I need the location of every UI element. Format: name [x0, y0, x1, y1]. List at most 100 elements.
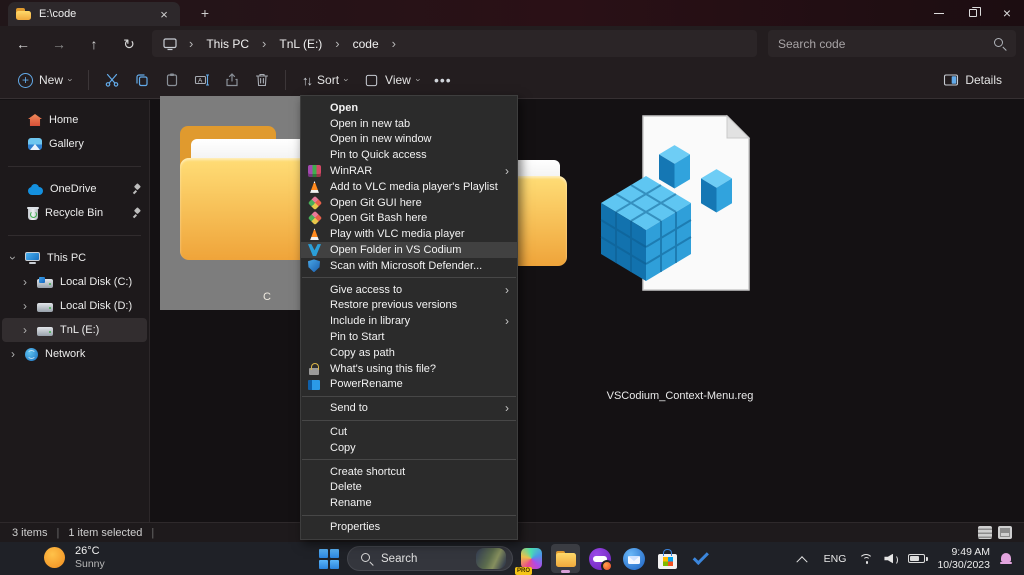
menu-item-open-in-new-window[interactable]: Open in new window — [301, 132, 517, 148]
details-view-toggle-icon[interactable] — [978, 526, 992, 539]
paste-button[interactable] — [157, 66, 187, 94]
breadcrumb[interactable]: › This PC › TnL (E:) › code › — [152, 30, 757, 57]
sidebar-item-recycle-bin[interactable]: Recycle Bin — [2, 201, 147, 225]
start-button[interactable] — [318, 548, 340, 570]
menu-item-properties[interactable]: Properties — [301, 519, 517, 535]
search-input[interactable] — [778, 36, 993, 51]
menu-separator — [302, 277, 516, 279]
more-options-button[interactable]: ••• — [428, 66, 458, 94]
cut-icon — [105, 73, 119, 87]
chevron-right-icon[interactable]: › — [20, 300, 30, 312]
sidebar-item-local-disk-d[interactable]: › Local Disk (D:) — [2, 294, 147, 318]
sort-button[interactable]: ↑↓ Sort › — [294, 66, 356, 94]
sidebar-item-local-disk-c[interactable]: › Local Disk (C:) — [2, 270, 147, 294]
volume-icon[interactable] — [884, 553, 899, 565]
menu-item-include-in-library[interactable]: Include in library › — [301, 313, 517, 329]
menu-item-restore-previous-versions[interactable]: Restore previous versions — [301, 298, 517, 314]
menu-item-pin-to-start[interactable]: Pin to Start — [301, 329, 517, 345]
menu-item-open[interactable]: Open — [301, 100, 517, 116]
menu-item-create-shortcut[interactable]: Create shortcut — [301, 464, 517, 480]
menu-item-give-access-to[interactable]: Give access to › — [301, 282, 517, 298]
menu-item-pin-to-quick-access[interactable]: Pin to Quick access — [301, 147, 517, 163]
menu-item-label: What's using this file? — [330, 362, 437, 375]
sidebar-item-home[interactable]: Home — [2, 108, 147, 132]
menu-item-open-in-new-tab[interactable]: Open in new tab — [301, 116, 517, 132]
menu-item-rename[interactable]: Rename — [301, 495, 517, 511]
chevron-right-icon[interactable]: › — [8, 348, 18, 360]
details-pane-button[interactable]: Details — [935, 66, 1010, 94]
new-button[interactable]: + New › — [10, 66, 80, 94]
sidebar-item-gallery[interactable]: Gallery — [2, 132, 147, 156]
breadcrumb-item-tnl-e[interactable]: TnL (E:) — [277, 37, 324, 51]
wifi-icon[interactable] — [859, 553, 874, 565]
menu-item-play-with-vlc-media-player[interactable]: Play with VLC media player — [301, 226, 517, 242]
explorer-tab[interactable]: E:\code × — [8, 2, 180, 26]
menu-item-what-s-using-this-file[interactable]: What's using this file? — [301, 361, 517, 377]
menu-item-open-git-gui-here[interactable]: Open Git GUI here — [301, 195, 517, 211]
menu-item-powerrename[interactable]: PowerRename — [301, 377, 517, 393]
sidebar-item-onedrive[interactable]: OneDrive — [2, 177, 147, 201]
taskbar-app-goggles-app-icon[interactable] — [585, 544, 614, 573]
notification-bell-icon[interactable] — [1000, 552, 1012, 565]
navigation-bar: ← → ↑ ↻ › This PC › TnL (E:) › code › — [0, 26, 1024, 62]
chevron-down-icon[interactable]: › — [6, 253, 20, 263]
menu-item-delete[interactable]: Delete — [301, 480, 517, 496]
menu-item-label: Delete — [330, 481, 362, 494]
sidebar-item-label: This PC — [47, 252, 87, 264]
goggles-app-icon — [588, 547, 613, 572]
menu-item-send-to[interactable]: Send to › — [301, 400, 517, 416]
taskbar-app-file-explorer-icon[interactable] — [551, 544, 580, 573]
chevron-right-icon[interactable]: › — [20, 276, 30, 288]
sidebar-separator — [8, 166, 141, 167]
breadcrumb-item-this-pc[interactable]: This PC — [204, 37, 251, 51]
cut-button[interactable] — [97, 66, 127, 94]
taskbar-app-microsoft-store-icon[interactable] — [653, 544, 682, 573]
menu-item-label: Copy as path — [330, 346, 395, 359]
vlc-icon — [310, 228, 319, 241]
restore-button[interactable] — [956, 0, 990, 26]
share-button[interactable] — [217, 66, 247, 94]
refresh-button[interactable]: ↻ — [116, 31, 142, 57]
menu-item-label: Give access to — [330, 283, 403, 296]
menu-item-winrar[interactable]: WinRAR › — [301, 163, 517, 179]
tab-close-icon[interactable]: × — [156, 7, 172, 22]
delete-button[interactable] — [247, 66, 277, 94]
taskbar-search[interactable]: Search — [347, 546, 513, 571]
copy-button[interactable] — [127, 66, 157, 94]
view-button[interactable]: View › — [356, 66, 428, 94]
weather-widget[interactable]: 26°C Sunny — [44, 545, 105, 570]
rename-button[interactable]: A — [187, 66, 217, 94]
sidebar-item-tnl-e[interactable]: › TnL (E:) — [2, 318, 147, 342]
new-tab-button[interactable]: + — [196, 4, 214, 22]
chevron-right-icon[interactable]: › — [20, 324, 30, 336]
menu-item-copy[interactable]: Copy — [301, 440, 517, 456]
search-box[interactable] — [768, 30, 1016, 57]
clock[interactable]: 9:49 AM 10/30/2023 — [937, 546, 990, 572]
close-button[interactable]: × — [990, 0, 1024, 26]
menu-item-copy-as-path[interactable]: Copy as path — [301, 345, 517, 361]
taskbar-app-creative-app-pro-icon[interactable]: PRO — [515, 544, 546, 575]
large-icons-view-toggle-icon[interactable] — [998, 526, 1012, 539]
menu-item-cut[interactable]: Cut — [301, 424, 517, 440]
minimize-button[interactable] — [922, 0, 956, 26]
sidebar-item-network[interactable]: › Network — [2, 342, 147, 366]
up-button[interactable]: ↑ — [81, 31, 107, 57]
clock-time: 9:49 AM — [951, 545, 990, 558]
taskbar-app-thunderbird-icon[interactable] — [619, 544, 648, 573]
battery-icon[interactable] — [908, 554, 928, 563]
menu-item-scan-with-microsoft-defender[interactable]: Scan with Microsoft Defender... — [301, 258, 517, 274]
menu-item-add-to-vlc-media-player-s-playlist[interactable]: Add to VLC media player's Playlist — [301, 179, 517, 195]
back-button[interactable]: ← — [10, 31, 36, 57]
chevron-up-icon[interactable] — [796, 555, 808, 567]
menu-item-open-folder-in-vs-codium[interactable]: Open Folder in VS Codium — [301, 242, 517, 258]
menu-item-open-git-bash-here[interactable]: Open Git Bash here — [301, 211, 517, 227]
registry-file-name: VSCodium_Context-Menu.reg — [606, 390, 754, 402]
language-indicator[interactable]: ENG — [824, 553, 847, 565]
sidebar-item-this-pc[interactable]: › This PC — [2, 246, 147, 270]
submenu-arrow-icon: › — [505, 164, 509, 179]
forward-button[interactable]: → — [46, 31, 72, 57]
breadcrumb-item-code[interactable]: code — [351, 37, 381, 51]
file-list-area[interactable]: C VSCodium_Context-Menu.reg — [151, 96, 1024, 522]
registry-file-tile[interactable] — [591, 106, 781, 406]
taskbar-app-todo-check-icon[interactable] — [687, 544, 716, 573]
